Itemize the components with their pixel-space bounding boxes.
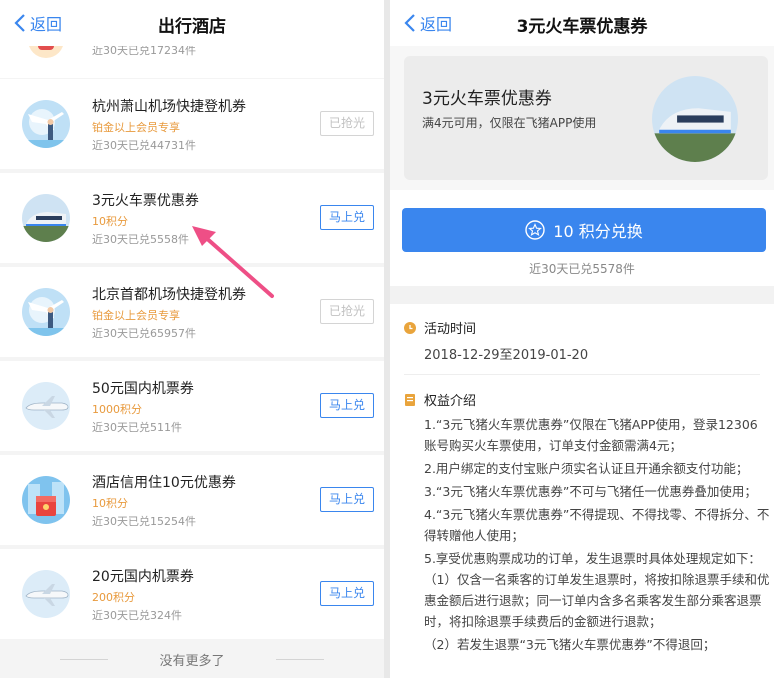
sold-out-button[interactable]: 已抢光: [320, 299, 374, 324]
list-item-1[interactable]: 3元火车票优惠券 10积分 近30天已兑5558件 马上兑: [0, 173, 384, 263]
item-sold: 近30天已兑324件: [92, 609, 182, 622]
train-icon: [22, 194, 70, 242]
item-name: 20元国内机票券: [92, 569, 194, 585]
airplane-icon: [22, 570, 70, 618]
item-points: 铂金以上会员专享: [92, 309, 180, 322]
item-name: 3元火车票优惠券: [92, 193, 199, 209]
rule-item: 4.“3元飞猪火车票优惠券”不得提现、不得找零、不得拆分、不得转赠他人使用；: [424, 507, 770, 543]
coupon-card: 3元火车票优惠券 满4元可用，仅限在飞猪APP使用: [404, 56, 768, 180]
page-title: 3元火车票优惠券: [516, 17, 648, 37]
exchange-label: 10 积分兑换: [553, 222, 643, 241]
exchange-button[interactable]: 10 积分兑换: [402, 208, 766, 252]
item-sold: 近30天已兑5558件: [92, 233, 189, 246]
benefits-rules: 1.“3元飞猪火车票优惠券”仅限在飞猪APP使用，登录12306账号购买火车票使…: [424, 414, 770, 657]
no-more-label: 没有更多了: [159, 654, 225, 669]
scroll-fade: [390, 660, 774, 678]
item-name: 杭州萧山机场快捷登机券: [92, 99, 246, 115]
end-of-list: 没有更多了: [0, 640, 384, 678]
nav-bar: 返回 出行酒店: [0, 0, 384, 46]
star-icon: [525, 220, 545, 240]
rule-item: 5.享受优惠购票成功的订单，发生退票时具体处理规定如下：（1）仅含一名乘客的订单…: [424, 551, 770, 629]
reward-list-screen: 近30天已兑17234件 返回 出行酒店 杭州萧山机场快捷登机券 铂金以上会员专…: [0, 0, 384, 678]
divider: [404, 374, 760, 375]
activity-heading-label: 活动时间: [424, 322, 477, 337]
train-icon: [652, 76, 738, 162]
list-item-0[interactable]: 杭州萧山机场快捷登机券 铂金以上会员专享 近30天已兑44731件 已抢光: [0, 79, 384, 169]
item-points: 10积分: [92, 215, 128, 228]
coupon-desc: 满4元可用，仅限在飞猪APP使用: [422, 116, 597, 130]
coupon-title: 3元火车票优惠券: [422, 89, 552, 109]
clock-icon: [404, 321, 416, 334]
item-points: 10积分: [92, 497, 128, 510]
coupon-card-area: 3元火车票优惠券 满4元可用，仅限在飞猪APP使用: [390, 46, 774, 190]
rule-item: 2.用户绑定的支付宝账户须实名认证且开通余额支付功能；: [424, 461, 749, 476]
item-name: 北京首都机场快捷登机券: [92, 287, 246, 303]
document-icon: [405, 393, 415, 406]
item-name: 50元国内机票券: [92, 381, 194, 397]
redeem-button[interactable]: 马上兑: [320, 205, 374, 230]
plane-woman-icon: [22, 100, 70, 148]
item-sold: 近30天已兑15254件: [92, 515, 196, 528]
plane-woman-icon: [22, 288, 70, 336]
list-item-4[interactable]: 酒店信用住10元优惠券 10积分 近30天已兑15254件 马上兑: [0, 455, 384, 545]
sold-count: 近30天已兑5578件: [529, 262, 635, 276]
exchange-area: 10 积分兑换 近30天已兑5578件: [390, 190, 774, 286]
rule-item: 3.“3元飞猪火车票优惠券”不可与飞猪任一优惠券叠加使用；: [424, 484, 757, 499]
activity-range: 2018-12-29至2019-01-20: [424, 348, 589, 363]
page-title: 出行酒店: [158, 17, 226, 37]
sold-out-button[interactable]: 已抢光: [320, 111, 374, 136]
item-sold: 近30天已兑44731件: [92, 139, 196, 152]
list-item-2[interactable]: 北京首都机场快捷登机券 铂金以上会员专享 近30天已兑65957件 已抢光: [0, 267, 384, 357]
item-sold: 近30天已兑65957件: [92, 327, 196, 340]
item-name: 酒店信用住10元优惠券: [92, 475, 236, 491]
rule-item: （2）若发生退票“3元飞猪火车票优惠券”不得退回；: [424, 637, 716, 652]
divider: [276, 659, 324, 660]
activity-heading: 活动时间: [404, 318, 476, 337]
benefits-heading-label: 权益介绍: [424, 394, 477, 409]
redeem-button[interactable]: 马上兑: [320, 393, 374, 418]
coupon-detail-screen: 返回 3元火车票优惠券 3元火车票优惠券 满4元可用，仅限在飞猪APP使用 10…: [390, 0, 774, 678]
rule-item: 1.“3元飞猪火车票优惠券”仅限在飞猪APP使用，登录12306账号购买火车票使…: [424, 417, 758, 453]
hotel-coupon-icon: [22, 476, 70, 524]
redeem-button[interactable]: 马上兑: [320, 487, 374, 512]
benefits-heading: 权益介绍: [404, 390, 476, 409]
redeem-button[interactable]: 马上兑: [320, 581, 374, 606]
list-item-3[interactable]: 50元国内机票券 1000积分 近30天已兑511件 马上兑: [0, 361, 384, 451]
list-item-5[interactable]: 20元国内机票券 200积分 近30天已兑324件 马上兑: [0, 549, 384, 639]
airplane-icon: [22, 382, 70, 430]
item-points: 铂金以上会员专享: [92, 121, 180, 134]
item-points: 200积分: [92, 591, 135, 604]
item-sold: 近30天已兑511件: [92, 421, 182, 434]
nav-bar: 返回 3元火车票优惠券: [390, 0, 774, 46]
section-gap: [390, 286, 774, 304]
item-points: 1000积分: [92, 403, 142, 416]
